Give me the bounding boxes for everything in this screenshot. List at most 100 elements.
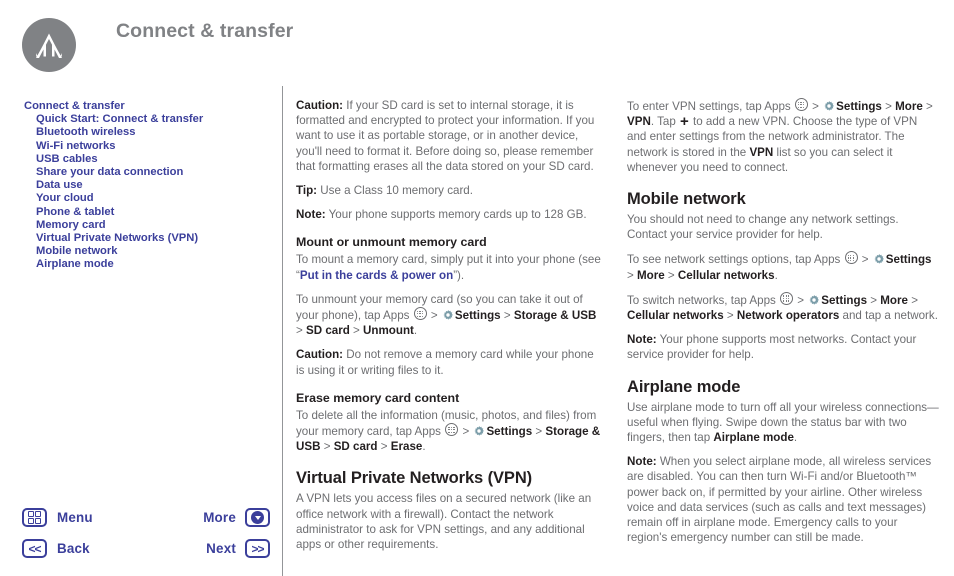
cellular-networks-label: Cellular networks [627,309,724,323]
period: . [413,324,418,338]
page-title: Connect & transfer [116,20,294,42]
period: . [774,268,778,282]
note-label: Note: [627,455,657,469]
gt-separator: > [723,309,737,323]
settings-label: Settings [486,425,533,439]
gear-icon [873,253,885,265]
next-button[interactable]: Next >> [206,539,270,558]
back-button[interactable]: << Back [22,539,90,558]
airplane-mode-paragraph: Use airplane mode to turn off all your w… [627,400,939,446]
settings-label: Settings [836,100,882,113]
sidebar-item-data-use[interactable]: Data use [24,179,269,192]
gt-separator: > [459,425,473,439]
note-text: Your phone supports memory cards up to 1… [325,208,587,222]
note-airplane-text: When you select airplane mode, all wirel… [627,455,932,545]
gt-separator: > [664,268,678,282]
erase-card-heading: Erase memory card content [296,390,460,405]
vpn-description-paragraph: A VPN lets you access files on a secured… [296,492,592,552]
note-airplane-paragraph: Note: When you select airplane mode, all… [627,454,939,545]
gear-icon [473,425,485,437]
bottom-navigation-bar: Menu More << Back Next >> [22,508,270,570]
gt-separator: > [794,293,808,307]
sidebar-item-connect-transfer[interactable]: Connect & transfer [24,100,269,113]
motorola-logo [22,18,76,72]
cellular-networks-label: Cellular networks [677,268,775,282]
vpn-tap-text: . Tap [650,115,679,129]
tip-text: Use a Class 10 memory card. [317,184,473,198]
tip-label: Tip: [296,184,318,198]
sidebar-item-memory-card[interactable]: Memory card [24,219,269,232]
sidebar-item-share-data[interactable]: Share your data connection [24,166,269,179]
network-operators-label: Network operators [736,309,840,323]
period: . [422,440,426,454]
airplane-mode-label: Airplane mode [713,431,794,445]
more-label: More [895,100,923,113]
mobile-network-heading: Mobile network [627,190,746,209]
gt-separator: > [881,100,896,113]
nav-row-bottom: << Back Next >> [22,539,270,570]
erase-paragraph: To delete all the information (music, ph… [296,408,602,455]
see-opts-text-a: To see network settings options, tap App… [627,253,844,267]
note-networks-text: Your phone supports most networks. Conta… [627,333,917,362]
column-divider [282,86,283,576]
switch-tail-text: and tap a network. [839,309,938,323]
gt-separator: > [867,293,881,307]
more-label: More [637,268,665,282]
airplane-mode-heading: Airplane mode [627,377,741,396]
sidebar-item-your-cloud[interactable]: Your cloud [24,192,269,205]
caution-label: Caution: [296,348,344,362]
sidebar-item-mobile-network[interactable]: Mobile network [24,245,269,258]
middle-content-column: Caution: If your SD card is set to inter… [296,98,602,552]
mount-text-b: ”). [453,268,465,282]
unmount-paragraph: To unmount your memory card (so you can … [296,292,602,339]
unmount-action-label: Unmount [363,324,414,338]
switch-text-a: To switch networks, tap Apps [627,293,780,307]
more-button[interactable]: More [203,508,270,527]
nav-row-top: Menu More [22,508,270,539]
sidebar-item-quick-start[interactable]: Quick Start: Connect & transfer [24,113,269,126]
more-label: More [203,510,236,525]
double-chevron-right-icon: >> [245,539,270,558]
airplane-text-b: . [793,431,798,445]
gt-separator: > [349,324,364,338]
back-glyph: << [28,541,41,556]
gt-separator: > [627,268,637,282]
more-label: More [880,293,908,307]
gt-separator: > [500,309,514,323]
put-in-cards-link[interactable]: Put in the cards & power on [300,269,453,282]
gt-separator: > [532,425,546,439]
vpn-label: VPN [749,145,774,159]
settings-label: Settings [821,293,868,307]
note-networks-paragraph: Note: Your phone supports most networks.… [627,332,939,362]
caution-label: Caution: [296,99,344,112]
sidebar-item-phone-tablet[interactable]: Phone & tablet [24,206,269,219]
sidebar-item-wifi-networks[interactable]: Wi-Fi networks [24,140,269,153]
sd-card-label: SD card [306,324,350,338]
note-capacity-paragraph: Note: Your phone supports memory cards u… [296,207,602,222]
settings-label: Settings [885,253,932,267]
menu-button[interactable]: Menu [22,508,93,527]
grid-icon [22,508,47,527]
erase-action-label: Erase [390,440,423,454]
sidebar-item-airplane-mode[interactable]: Airplane mode [24,258,269,271]
gt-separator: > [377,440,391,454]
sidebar-item-usb-cables[interactable]: USB cables [24,153,269,166]
sidebar-item-vpn[interactable]: Virtual Private Networks (VPN) [24,232,269,245]
sidebar-item-bluetooth-wireless[interactable]: Bluetooth wireless [24,126,269,139]
apps-icon [844,251,858,265]
mount-paragraph: To mount a memory card, simply put it in… [296,252,602,282]
vpn-text-a: To enter VPN settings, tap Apps [627,100,794,113]
note-label: Note: [627,333,657,347]
page-header: Connect & transfer [0,0,954,85]
settings-label: Settings [454,309,501,323]
next-glyph: >> [251,541,264,556]
vpn-label: VPN [627,115,651,129]
mobile-network-paragraph: You should not need to change any networ… [627,213,899,242]
gear-icon [442,309,454,321]
storage-usb-label: Storage & USB [513,309,597,323]
back-label: Back [57,541,90,556]
tip-paragraph: Tip: Use a Class 10 memory card. [296,183,602,198]
gt-separator: > [296,324,306,338]
apps-icon [413,307,427,321]
sd-card-label: SD card [333,440,378,454]
